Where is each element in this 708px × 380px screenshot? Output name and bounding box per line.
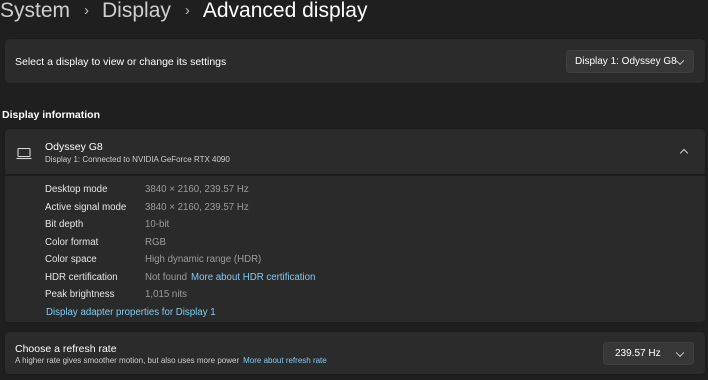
- display-info-details: Desktop mode 3840 × 2160, 239.57 Hz Acti…: [4, 175, 706, 323]
- display-select-card: Select a display to view or change its s…: [4, 38, 706, 84]
- info-row-peak-brightness: Peak brightness 1,015 nits: [45, 289, 187, 303]
- info-key: Desktop mode: [45, 184, 108, 195]
- info-value: RGB: [145, 236, 166, 248]
- info-key: Color format: [45, 236, 99, 248]
- refresh-rate-dropdown[interactable]: 239.57 Hz: [603, 342, 694, 365]
- breadcrumb: System › Display › Advanced display: [0, 0, 367, 26]
- info-key: Active signal mode: [45, 201, 127, 213]
- info-key: Peak brightness: [45, 289, 115, 300]
- section-title-display-information: Display information: [2, 109, 101, 121]
- info-row-desktop-mode: Desktop mode 3840 × 2160, 239.57 Hz: [45, 184, 249, 198]
- display-adapter-properties-link[interactable]: Display adapter properties for Display 1: [46, 307, 216, 318]
- info-value: 10-bit: [145, 219, 170, 230]
- info-key: HDR certification: [45, 271, 118, 283]
- laptop-icon: [16, 147, 32, 160]
- info-value: 1,015 nits: [145, 289, 188, 300]
- info-value: Not found: [145, 271, 188, 283]
- page-title: Advanced display: [202, 0, 368, 22]
- info-value: 3840 × 2160, 239.57 Hz: [145, 201, 249, 213]
- display-info-header[interactable]: Odyssey G8 Display 1: Connected to NVIDI…: [4, 128, 706, 175]
- info-value: High dynamic range (HDR): [145, 254, 262, 265]
- refresh-rate-card: Choose a refresh rate A higher rate give…: [4, 331, 706, 375]
- refresh-rate-title: Choose a refresh rate: [15, 343, 117, 355]
- chevron-up-icon[interactable]: [679, 148, 689, 158]
- info-value: 3840 × 2160, 239.57 Hz: [145, 184, 249, 195]
- connection-status: Display 1: Connected to NVIDIA GeForce R…: [45, 155, 230, 164]
- display-dropdown[interactable]: Display 1: Odyssey G8: [566, 50, 694, 73]
- monitor-name: Odyssey G8: [45, 141, 103, 153]
- chevron-right-icon: ›: [84, 1, 90, 19]
- chevron-down-icon: [675, 348, 685, 357]
- display-dropdown-value: Display 1: Odyssey G8: [575, 56, 677, 67]
- chevron-down-icon: [675, 56, 685, 65]
- hdr-certification-link[interactable]: More about HDR certification: [191, 272, 315, 286]
- refresh-rate-description: A higher rate gives smoother motion, but…: [15, 356, 327, 365]
- display-select-label: Select a display to view or change its s…: [15, 56, 227, 68]
- info-row-active-signal-mode: Active signal mode 3840 × 2160, 239.57 H…: [45, 202, 249, 216]
- refresh-rate-description-text: A higher rate gives smoother motion, but…: [15, 356, 240, 365]
- refresh-rate-value: 239.57 Hz: [615, 348, 661, 359]
- info-key: Bit depth: [45, 219, 84, 230]
- info-row-color-space: Color space High dynamic range (HDR): [45, 254, 261, 268]
- info-row-bit-depth: Bit depth 10-bit: [45, 219, 169, 233]
- breadcrumb-system[interactable]: System: [0, 0, 70, 23]
- refresh-rate-link[interactable]: More about refresh rate: [243, 356, 327, 365]
- info-key: Color space: [45, 254, 97, 265]
- info-row-color-format: Color format RGB: [45, 237, 166, 251]
- breadcrumb-display[interactable]: Display: [102, 0, 171, 23]
- info-row-hdr-certification: HDR certification Not found More about H…: [45, 272, 315, 286]
- chevron-right-icon: ›: [184, 1, 190, 19]
